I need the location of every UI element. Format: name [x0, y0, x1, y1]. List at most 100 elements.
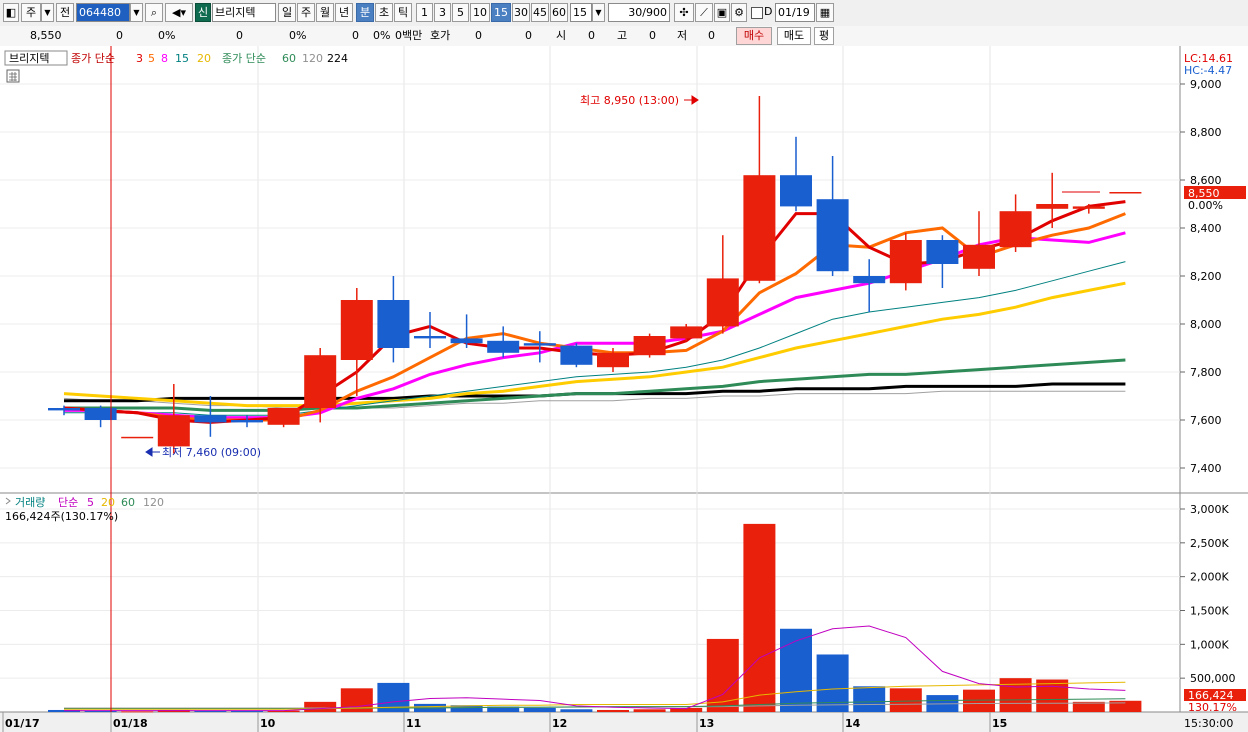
ma120-label: 120 — [302, 52, 323, 65]
ma-long-label: 종가 단순 — [222, 52, 266, 65]
candle-body — [194, 415, 227, 423]
x-tick-label: 13 — [699, 717, 714, 730]
period-day[interactable]: 일 — [278, 3, 296, 22]
price-tick-label: 8,400 — [1190, 222, 1222, 235]
sell-button[interactable]: 매도 — [777, 27, 811, 45]
period-year[interactable]: 년 — [335, 3, 353, 22]
credit-badge[interactable]: 신 — [195, 3, 211, 22]
avg-button[interactable]: 평 — [814, 27, 834, 45]
calendar-icon[interactable]: ▦ — [816, 3, 834, 22]
interval-dropdown-icon[interactable]: ▼ — [592, 3, 605, 22]
volume-tick-label: 3,000K — [1190, 503, 1229, 516]
min-3[interactable]: 3 — [434, 3, 451, 22]
save-icon[interactable]: ▣ — [714, 3, 730, 22]
date-input[interactable]: 01/19 — [775, 3, 815, 22]
period-minute[interactable]: 분 — [356, 3, 374, 22]
volume-bar — [816, 654, 849, 712]
draw-tool-icon[interactable]: ⟋ — [695, 3, 713, 22]
candle-body — [816, 199, 849, 272]
candle-body — [889, 240, 922, 284]
ma5-label: 5 — [148, 52, 155, 65]
min-10[interactable]: 10 — [470, 3, 490, 22]
quote-p1: 0% — [158, 29, 176, 42]
volume-bar — [1036, 679, 1069, 712]
volume-bar — [999, 678, 1032, 712]
candle-body — [926, 240, 959, 264]
candle-body — [84, 408, 117, 420]
period-tick[interactable]: 틱 — [394, 3, 412, 22]
volume-bar — [121, 711, 154, 713]
toolbar: ◧ 주 ▼ 전 064480 ▼ ⌕ ◀▾ 신 브리지텍 일 주 월 년 분 초… — [0, 0, 1248, 27]
price-tick-label: 9,000 — [1190, 78, 1222, 91]
min-5[interactable]: 5 — [452, 3, 469, 22]
candle-body — [487, 340, 520, 353]
candle-body — [523, 343, 556, 346]
vol-ma5-label: 5 — [87, 496, 94, 509]
quote-v1: 0 — [116, 29, 123, 42]
gear-icon[interactable]: ⚙ — [731, 3, 747, 22]
speaker-icon[interactable]: ◀▾ — [165, 3, 193, 22]
stock-code-input[interactable]: 064480 — [76, 3, 130, 22]
period-week[interactable]: 주 — [297, 3, 315, 22]
candle-body — [597, 352, 629, 368]
interval-input[interactable]: 15 — [570, 3, 592, 22]
quote-p2: 0% — [289, 29, 307, 42]
price-tick-label: 7,800 — [1190, 366, 1222, 379]
type-dropdown-icon[interactable]: ▼ — [41, 3, 54, 22]
candle-body — [231, 420, 263, 423]
period-month[interactable]: 월 — [316, 3, 334, 22]
candle-body — [633, 336, 666, 356]
min-45[interactable]: 45 — [531, 3, 549, 22]
volume-label: 거래량 — [15, 496, 45, 509]
search-icon[interactable]: ⌕ — [145, 3, 163, 22]
candle-body — [377, 300, 410, 348]
min-60[interactable]: 60 — [550, 3, 568, 22]
min-1[interactable]: 1 — [416, 3, 433, 22]
stock-name-field[interactable]: 브리지텍 — [212, 3, 276, 22]
candle-body — [340, 300, 373, 360]
price-tick-label: 7,600 — [1190, 414, 1222, 427]
x-tick-label: 01/18 — [113, 717, 148, 730]
candle-body — [1036, 204, 1069, 209]
candle-body — [267, 408, 300, 425]
code-dropdown-icon[interactable]: ▼ — [130, 3, 143, 22]
ma3-label: 3 — [136, 52, 143, 65]
x-tick-label: 11 — [406, 717, 421, 730]
quote-bar: 8,550 0 0% 0 0% 0 0% 0백만 호가 0 0 시 0 고 0 … — [0, 26, 1248, 47]
volume-tick-label: 2,000K — [1190, 571, 1229, 584]
type-label: 주 — [25, 6, 37, 19]
min-15[interactable]: 15 — [491, 3, 511, 22]
price-tick-label: 8,600 — [1190, 174, 1222, 187]
type-select[interactable]: 주 — [21, 3, 41, 22]
d-checkbox[interactable] — [751, 7, 763, 19]
time-label: 15:30:00 — [1184, 717, 1233, 730]
prev-button[interactable]: 전 — [56, 3, 74, 22]
stock-chart[interactable]: 9,000 8,800 8,600 8,400 8,200 8,000 7,800 7,600… — [0, 46, 1248, 732]
high-value: 0 — [649, 29, 656, 42]
candle-body — [1072, 206, 1105, 209]
count-input[interactable]: 30/900 — [608, 3, 670, 22]
volume-bar — [963, 689, 995, 712]
crosshair-icon[interactable]: ✣ — [674, 3, 694, 22]
hoga-2: 0 — [525, 29, 532, 42]
vol-ma-label: 단순 — [58, 496, 78, 509]
x-tick-label: 14 — [845, 717, 861, 730]
volume-tick-label: 1,500K — [1190, 605, 1229, 618]
panel-toggle-icon[interactable]: ◧ — [3, 3, 19, 22]
volume-bar — [560, 709, 593, 712]
volume-tick-label: 500,000 — [1190, 672, 1236, 685]
high-label: 고 — [617, 29, 628, 42]
candle-body — [743, 175, 776, 281]
prev-label: 전 — [59, 6, 71, 19]
candle-body — [48, 408, 80, 411]
min-30[interactable]: 30 — [512, 3, 530, 22]
volume-bar — [889, 688, 922, 712]
ma20-label: 20 — [197, 52, 211, 65]
vol-ma60-label: 60 — [121, 496, 135, 509]
buy-button[interactable]: 매수 — [736, 27, 772, 45]
x-tick-label: 01/17 — [5, 717, 40, 730]
candle-body — [780, 175, 812, 207]
ma15-label: 15 — [175, 52, 189, 65]
ma8-label: 8 — [161, 52, 168, 65]
period-second[interactable]: 초 — [375, 3, 393, 22]
